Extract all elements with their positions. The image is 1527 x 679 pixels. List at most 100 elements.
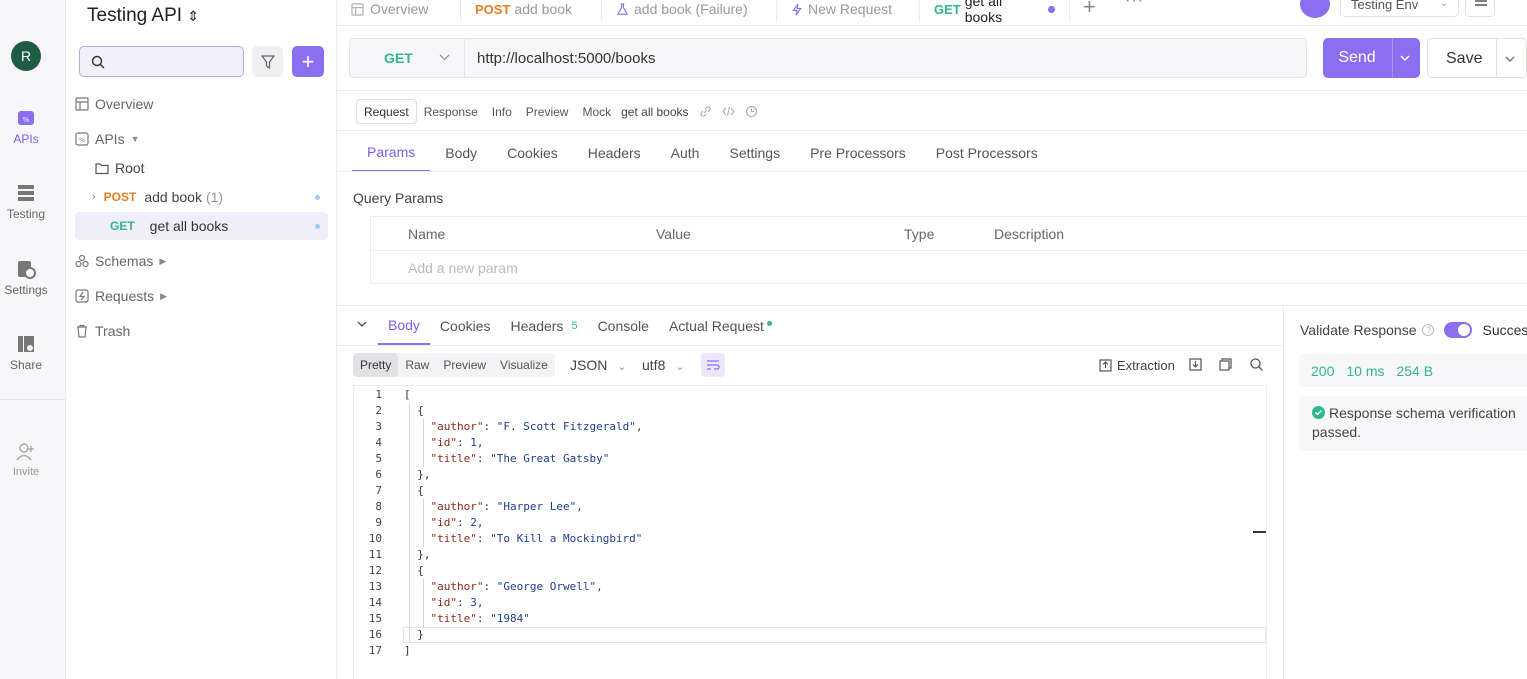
tab-actual-request[interactable]: Actual Request xyxy=(659,306,782,345)
save-button[interactable]: Save xyxy=(1427,38,1527,78)
tab-pre-processors[interactable]: Pre Processors xyxy=(795,134,921,172)
mode-mock[interactable]: Mock xyxy=(575,99,618,124)
tab-headers[interactable]: Headers xyxy=(573,134,656,172)
sidebar-item-trash[interactable]: Trash xyxy=(75,317,328,345)
tab-settings[interactable]: Settings xyxy=(714,134,795,172)
tab-body[interactable]: Body xyxy=(430,134,492,172)
tab-label: Body xyxy=(388,316,420,333)
sidebar-item-schemas[interactable]: Schemas ▶ xyxy=(75,247,328,275)
format-preview[interactable]: Preview xyxy=(436,353,493,377)
sidebar-item-apis[interactable]: % APIs ▼ xyxy=(75,125,328,153)
url-input[interactable]: http://localhost:5000/books xyxy=(477,50,655,67)
line-number: 2 xyxy=(375,404,382,417)
code-text: { xyxy=(404,404,424,417)
sidebar-item-overview[interactable]: Overview xyxy=(75,90,328,118)
collapse-icon[interactable] xyxy=(356,318,368,330)
tab-post-processors[interactable]: Post Processors xyxy=(921,134,1053,172)
chevron-down-icon[interactable] xyxy=(1399,52,1411,64)
filter-button[interactable] xyxy=(252,46,283,77)
tab-add-book-failure[interactable]: add book (Failure) xyxy=(602,0,777,22)
search-input[interactable] xyxy=(79,46,244,77)
extraction-button[interactable]: Extraction xyxy=(1099,358,1175,373)
sidebar-item-label: Schemas xyxy=(95,253,154,269)
rail-label-settings: Settings xyxy=(4,283,48,297)
env-sync-icon[interactable] xyxy=(1300,0,1330,18)
tab-get-all-books[interactable]: GET get all books xyxy=(920,0,1070,25)
rail-item-invite[interactable]: Invite xyxy=(0,442,52,478)
sidebar-item-label: Trash xyxy=(95,323,131,339)
tab-label: add book (Failure) xyxy=(634,1,748,17)
overview-icon xyxy=(351,2,364,16)
rail-item-settings[interactable]: Settings xyxy=(0,259,52,297)
code-line: 5 "title": "The Great Gatsby" xyxy=(354,451,1266,467)
scrollbar-thumb[interactable] xyxy=(1253,531,1266,533)
tab-add-book[interactable]: POST add book xyxy=(461,0,602,22)
validate-toggle[interactable] xyxy=(1444,322,1473,338)
more-tabs-button[interactable]: ··· xyxy=(1125,0,1144,10)
sidebar-item-get-all-books[interactable]: GET get all books xyxy=(75,212,328,240)
format-switch: Pretty Raw Preview Visualize xyxy=(353,353,555,377)
tab-auth[interactable]: Auth xyxy=(656,134,715,172)
tab-overview[interactable]: Overview xyxy=(337,0,461,22)
chevron-down-icon[interactable] xyxy=(1504,53,1516,65)
history-icon[interactable] xyxy=(745,105,758,118)
method-badge: GET xyxy=(934,1,961,17)
avatar[interactable]: R xyxy=(11,41,41,71)
method-select[interactable]: GET xyxy=(350,39,465,77)
rail-item-apis[interactable]: % APIs xyxy=(0,108,52,146)
caret-right-icon: ▶ xyxy=(160,290,168,301)
rail-label-testing: Testing xyxy=(6,207,46,221)
language-select[interactable]: JSON ⌄ xyxy=(570,357,626,373)
tab-response-cookies[interactable]: Cookies xyxy=(430,306,501,345)
link-icon[interactable] xyxy=(699,105,712,118)
sidebar-item-requests[interactable]: Requests ▶ xyxy=(75,282,328,310)
code-icon[interactable] xyxy=(721,105,735,118)
share-icon xyxy=(18,336,34,352)
response-body-editor[interactable]: 1[2 {3 "author": "F. Scott Fitzgerald", 4… xyxy=(353,385,1267,679)
tab-console[interactable]: Console xyxy=(588,306,659,345)
language-label: JSON xyxy=(570,357,608,373)
code-line: 11 }, xyxy=(354,547,1266,563)
verification-message: Response schema verification passed. xyxy=(1299,396,1527,451)
column-header: Type xyxy=(904,226,935,242)
tab-response-body[interactable]: Body xyxy=(378,306,430,345)
success-label[interactable]: Succes xyxy=(1482,322,1527,338)
tab-params[interactable]: Params xyxy=(352,134,431,172)
word-wrap-button[interactable] xyxy=(701,353,725,377)
sidebar-item-root[interactable]: Root xyxy=(75,154,328,182)
request-name[interactable]: get all books xyxy=(621,105,688,119)
extraction-label: Extraction xyxy=(1117,358,1175,373)
mode-response[interactable]: Response xyxy=(417,99,485,124)
help-icon[interactable]: ? xyxy=(1422,324,1435,336)
mode-preview[interactable]: Preview xyxy=(519,99,576,124)
rail-item-share[interactable]: Share xyxy=(0,334,52,372)
rail-item-testing[interactable]: Testing xyxy=(0,183,52,221)
new-tab-button[interactable]: + xyxy=(1083,0,1096,20)
format-pretty[interactable]: Pretty xyxy=(353,353,399,377)
mode-request[interactable]: Request xyxy=(356,99,417,124)
check-circle-icon xyxy=(1312,406,1325,419)
send-button[interactable]: Send xyxy=(1323,38,1420,78)
menu-icon xyxy=(1475,0,1487,6)
code-text: "author": "Harper Lee", xyxy=(430,500,583,513)
format-raw[interactable]: Raw xyxy=(398,353,436,377)
tab-response-headers[interactable]: Headers 5 xyxy=(501,306,588,345)
tab-new-request[interactable]: New Request xyxy=(777,0,920,22)
format-visualize[interactable]: Visualize xyxy=(493,353,555,377)
project-title[interactable]: Testing API ⇕ xyxy=(87,5,199,27)
mode-info[interactable]: Info xyxy=(485,99,519,124)
code-line: 16 } xyxy=(354,627,1266,643)
download-icon[interactable] xyxy=(1188,357,1203,372)
code-line: 14 "id": 3, xyxy=(354,595,1266,611)
copy-icon[interactable] xyxy=(1218,357,1233,372)
lightning-icon xyxy=(792,3,802,15)
tab-cookies[interactable]: Cookies xyxy=(492,134,573,172)
add-param-input[interactable]: Add a new param xyxy=(408,260,518,276)
add-button[interactable]: + xyxy=(292,46,324,77)
environment-select[interactable]: Testing Env ⌄ xyxy=(1340,0,1459,17)
sidebar-item-add-book[interactable]: › POST add book (1) xyxy=(75,183,328,211)
search-icon[interactable] xyxy=(1249,357,1264,372)
unsaved-dot xyxy=(1048,5,1055,13)
menu-button[interactable] xyxy=(1465,0,1495,17)
encoding-select[interactable]: utf8 ⌄ xyxy=(642,357,684,373)
